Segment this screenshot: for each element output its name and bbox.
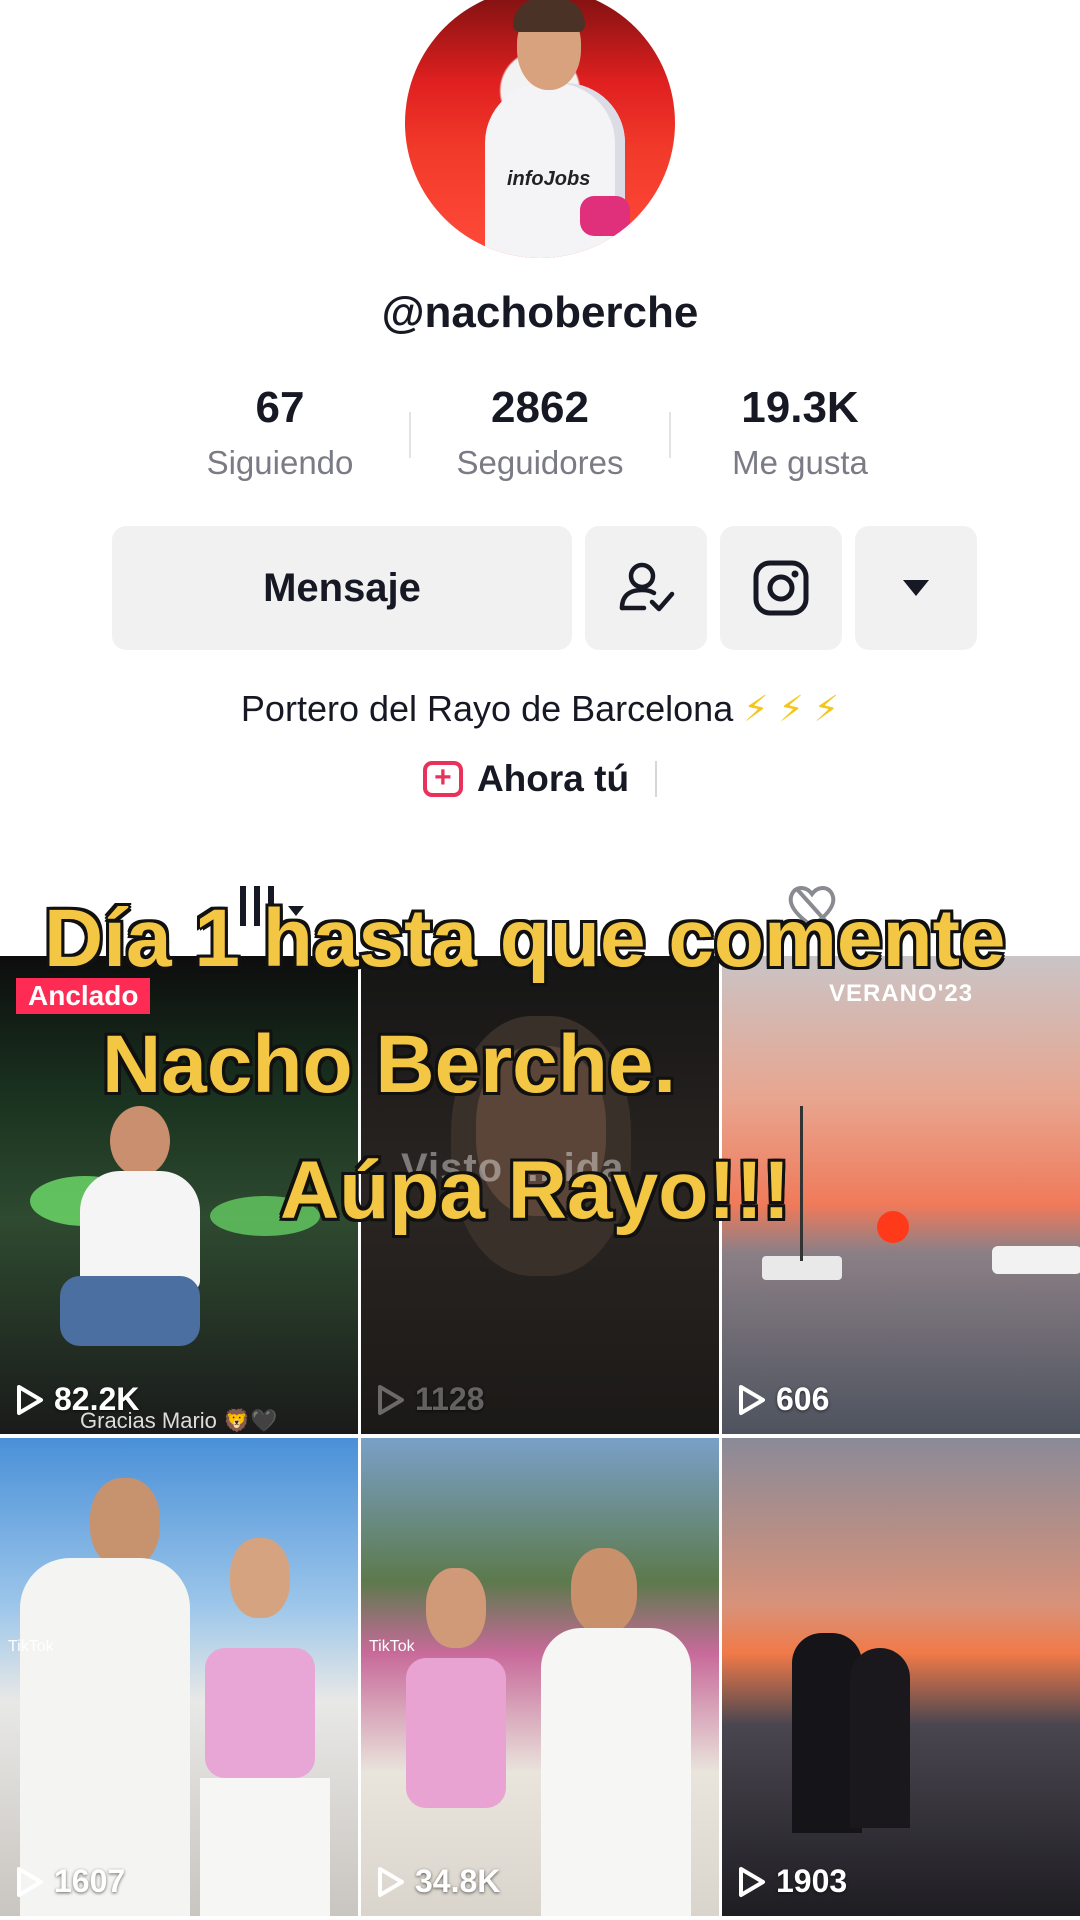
play-icon <box>378 1384 404 1415</box>
profile-stats: 67 Siguiendo 2862 Seguidores 19.3K Me gu… <box>150 380 930 490</box>
stat-following[interactable]: 67 Siguiendo <box>150 380 410 482</box>
view-count-value: 1607 <box>54 1863 126 1899</box>
play-icon <box>739 1384 765 1415</box>
profile-bio: Portero del Rayo de Barcelona ⚡ ⚡ ⚡ <box>0 688 1080 730</box>
view-count-value: 1903 <box>776 1863 848 1899</box>
message-button[interactable]: Mensaje <box>112 526 572 650</box>
view-count: 34.8K <box>377 1863 500 1900</box>
stat-likes-value: 19.3K <box>741 383 859 432</box>
view-count: 606 <box>738 1381 829 1418</box>
stat-followers-value: 2862 <box>491 383 589 432</box>
stat-likes[interactable]: 19.3K Me gusta <box>670 380 930 482</box>
avatar-sponsor-text: infoJobs <box>507 168 591 190</box>
bio-text: Portero del Rayo de Barcelona <box>240 688 734 729</box>
video-tile[interactable]: TikTok 34.8K <box>361 1438 719 1916</box>
instagram-button[interactable] <box>720 526 842 650</box>
view-count: 1128 <box>377 1381 484 1418</box>
view-count-value: 606 <box>776 1381 830 1417</box>
more-options-button[interactable] <box>855 526 977 650</box>
profile-link[interactable]: + Ahora tú <box>0 758 1080 800</box>
video-tile[interactable]: 1903 <box>722 1438 1080 1916</box>
friends-button[interactable] <box>585 526 707 650</box>
username: @nachoberche <box>381 288 699 337</box>
video-label: VERANO'23 <box>828 980 974 1007</box>
instagram-icon <box>753 560 809 616</box>
tab-videos[interactable] <box>236 876 310 936</box>
video-overlay-text: Visto ... ida <box>401 1146 625 1190</box>
plus-square-icon: + <box>422 761 463 797</box>
stat-following-value: 67 <box>255 383 305 432</box>
view-count-value: 1128 <box>415 1381 485 1417</box>
video-tile[interactable]: Anclado 82.2K Gracias Mario 🦁🖤 <box>0 956 358 1434</box>
avatar-hair <box>513 0 585 32</box>
link-label: Ahora tú <box>476 758 630 799</box>
video-tile[interactable]: Visto ... ida 1128 <box>361 956 719 1434</box>
profile-tabs <box>0 860 1080 956</box>
stat-followers[interactable]: 2862 Seguidores <box>410 380 670 482</box>
heart-hidden-icon <box>788 886 836 929</box>
video-tile[interactable]: VERANO'23 606 <box>722 956 1080 1434</box>
view-count: 1903 <box>738 1863 847 1900</box>
triangle-down-icon <box>903 580 929 596</box>
grid-icon <box>240 886 304 926</box>
stat-following-label: Siguiendo <box>206 444 354 481</box>
play-icon <box>378 1866 404 1897</box>
tiktok-watermark: TikTok <box>8 1638 54 1655</box>
stat-likes-label: Me gusta <box>732 444 868 481</box>
play-icon <box>17 1384 43 1415</box>
avatar-glove <box>580 196 630 236</box>
view-count: 1607 <box>16 1863 125 1900</box>
link-divider <box>655 761 658 797</box>
pinned-badge: Anclado <box>16 978 151 1014</box>
stat-followers-label: Seguidores <box>456 444 624 481</box>
play-icon <box>17 1866 43 1897</box>
person-check-icon <box>619 562 675 612</box>
view-count-value: 34.8K <box>415 1863 501 1899</box>
bio-emoji: ⚡ ⚡ ⚡ <box>743 688 840 729</box>
profile-avatar[interactable]: infoJobs <box>405 0 675 258</box>
tab-liked[interactable] <box>782 876 842 936</box>
video-caption: Gracias Mario 🦁🖤 <box>80 1408 278 1433</box>
tiktok-watermark: TikTok <box>369 1638 415 1655</box>
video-grid: Anclado 82.2K Gracias Mario 🦁🖤 Visto ...… <box>0 956 1080 1920</box>
video-tile[interactable]: TikTok 1607 <box>0 1438 358 1916</box>
play-icon <box>739 1866 765 1897</box>
